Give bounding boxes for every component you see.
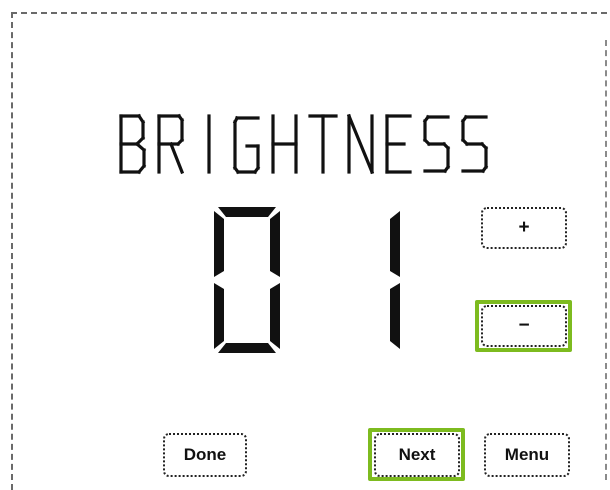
setting-title-lcd xyxy=(119,113,489,175)
setting-value-lcd xyxy=(214,207,400,353)
done-button[interactable]: Done xyxy=(163,433,247,477)
title-glyph xyxy=(422,114,451,174)
decrease-label: − xyxy=(518,315,530,336)
increase-button[interactable]: + xyxy=(481,207,567,249)
next-button[interactable]: Next xyxy=(374,433,460,477)
decrease-button[interactable]: − xyxy=(481,305,567,347)
setting-value: 01 xyxy=(210,205,420,355)
title-glyph xyxy=(271,114,298,174)
title-glyph xyxy=(346,113,375,175)
title-glyph xyxy=(308,114,338,174)
menu-label: Menu xyxy=(504,445,550,464)
title-glyph xyxy=(232,115,261,175)
value-digit xyxy=(390,211,400,349)
title-glyph xyxy=(460,114,489,174)
title-glyph xyxy=(385,114,412,174)
title-glyph xyxy=(157,113,185,175)
display-frame-edge xyxy=(605,40,607,480)
increase-label: + xyxy=(518,217,530,238)
done-label: Done xyxy=(183,445,227,464)
setting-title: BRIGHTNESS xyxy=(115,108,500,180)
next-label: Next xyxy=(398,445,436,464)
value-digit xyxy=(214,207,280,353)
menu-button[interactable]: Menu xyxy=(484,433,570,477)
title-glyph xyxy=(119,113,147,175)
